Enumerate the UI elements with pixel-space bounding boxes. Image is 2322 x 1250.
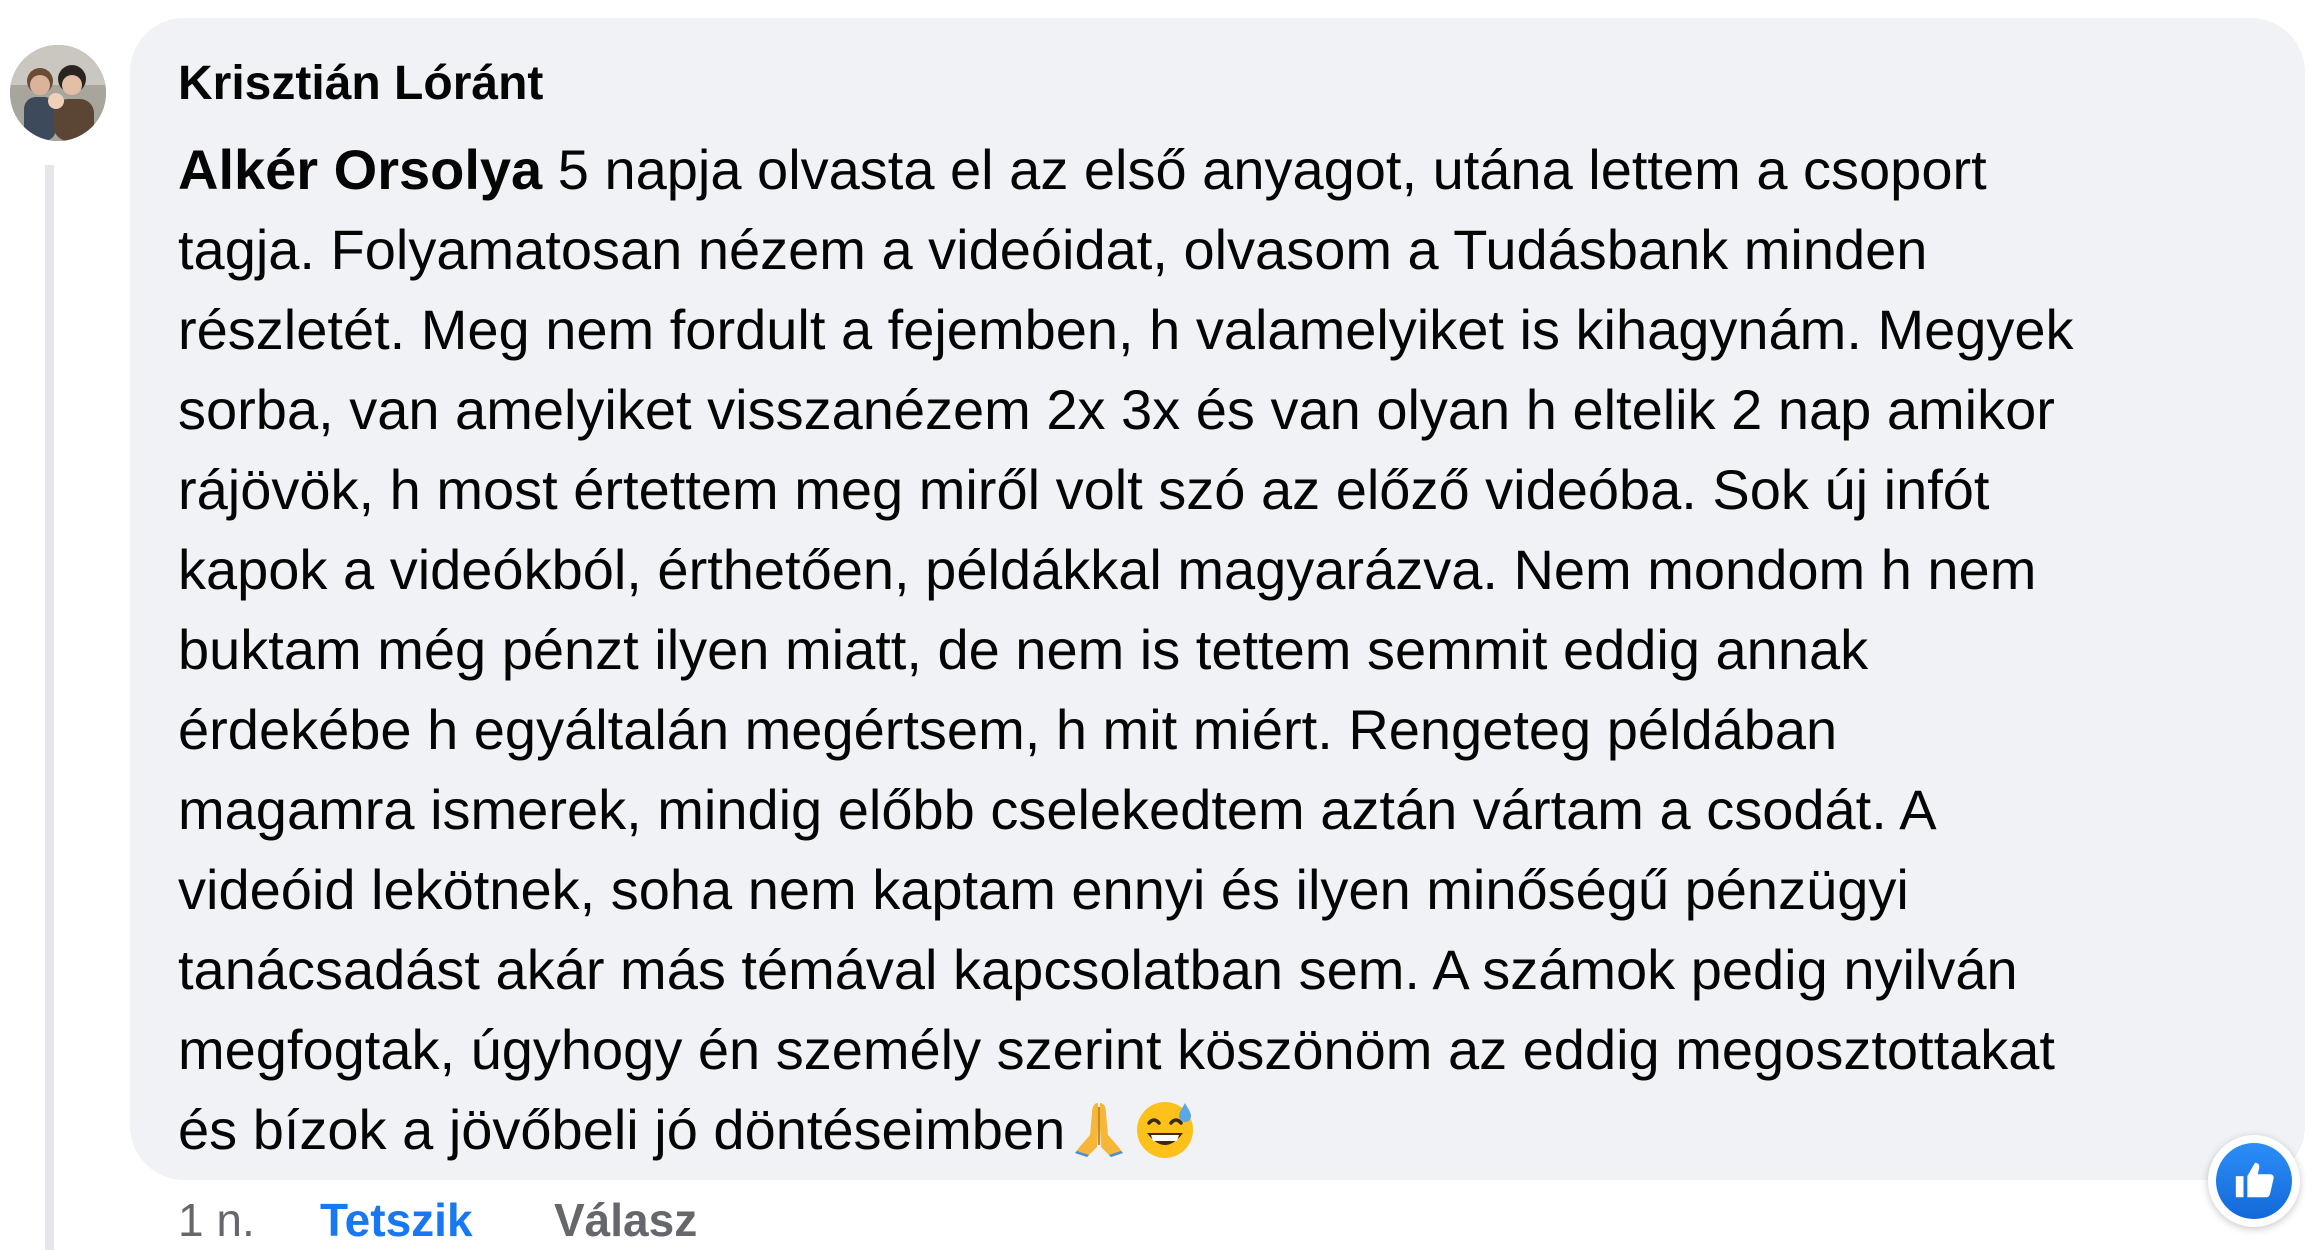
- comment-bubble: Krisztián Lóránt Alkér Orsolya 5 napja o…: [130, 18, 2305, 1180]
- comment-line: érdekébe h egyáltalán megértsem, h mit m…: [178, 698, 1838, 761]
- like-reaction-circle: [2216, 1143, 2292, 1219]
- comment-line-text: 5 napja olvasta el az első anyagot, után…: [542, 138, 1987, 201]
- comment-line: sorba, van amelyiket visszanézem 2x 3x é…: [178, 378, 2055, 441]
- comment-line: tanácsadást akár más témával kapcsolatba…: [178, 938, 2018, 1001]
- comment-line: részletét. Meg nem fordult a fejemben, h…: [178, 298, 2074, 361]
- thread-line: [45, 165, 54, 1250]
- comment-line: Alkér Orsolya 5 napja olvasta el az első…: [178, 130, 2278, 210]
- comment-line: buktam még pénzt ilyen miatt, de nem is …: [178, 618, 1869, 681]
- comment-line-text: és bízok a jövőbeli jó döntéseimben: [178, 1098, 1066, 1161]
- comment-line: magamra ismerek, mindig előbb cselekedte…: [178, 778, 1937, 841]
- comment-line: és bízok a jövőbeli jó döntéseimben: [178, 1090, 2278, 1182]
- comment-line: kapok a videókból, érthetően, példákkal …: [178, 538, 2037, 601]
- avatar-photo: [10, 45, 106, 141]
- comment-line: tagja. Folyamatosan nézem a videóidat, o…: [178, 218, 1928, 281]
- comment-line: videóid lekötnek, soha nem kaptam ennyi …: [178, 858, 1909, 921]
- like-button[interactable]: Tetszik: [320, 1190, 473, 1250]
- comment-line: megfogtak, úgyhogy én személy szerint kö…: [178, 1018, 2055, 1081]
- avatar[interactable]: [10, 45, 106, 141]
- folded-hands-emoji: [1067, 1097, 1131, 1182]
- comment-text: Alkér Orsolya 5 napja olvasta el az első…: [178, 130, 2278, 1182]
- grinning-sweat-emoji: [1133, 1097, 1197, 1182]
- thumbs-up-icon: [2235, 1162, 2274, 1198]
- comment-author[interactable]: Krisztián Lóránt: [178, 56, 543, 111]
- comment-line: rájövök, h most értettem meg miről volt …: [178, 458, 1990, 521]
- like-reaction-badge[interactable]: [2208, 1135, 2300, 1227]
- mention-link[interactable]: Alkér Orsolya: [178, 138, 542, 201]
- comment-timestamp[interactable]: 1 n.: [178, 1190, 255, 1250]
- reply-button[interactable]: Válasz: [554, 1190, 697, 1250]
